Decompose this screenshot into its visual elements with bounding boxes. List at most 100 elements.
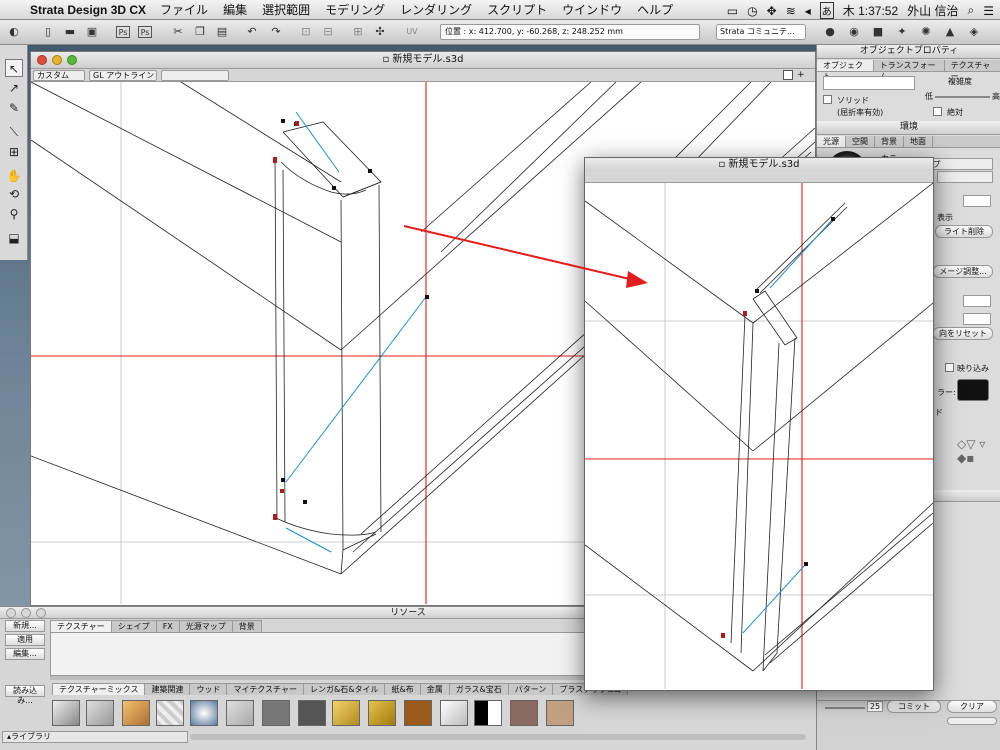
hand-tool-icon[interactable]: ✋ — [5, 167, 23, 185]
center-icon[interactable]: ✣ — [372, 24, 388, 40]
photoshop-icon[interactable]: Ps — [116, 26, 130, 38]
tab-fx[interactable]: FX — [155, 620, 180, 632]
menu-rendering[interactable]: レンダリング — [400, 1, 472, 18]
save-icon[interactable]: ▣ — [84, 24, 100, 40]
cube-icon[interactable]: ■ — [870, 24, 886, 40]
link-icon[interactable]: ⊞ — [350, 24, 366, 40]
volume-icon[interactable]: ◂ — [805, 4, 811, 18]
line-tool-icon[interactable]: ⟍ — [5, 123, 23, 141]
ime-indicator[interactable]: あ — [819, 2, 834, 19]
lib-tab-metal[interactable]: 金属 — [419, 683, 450, 695]
light-icon[interactable]: ✺ — [918, 24, 934, 40]
clock[interactable]: 木 1:37:52 — [843, 2, 898, 19]
app-menu[interactable]: Strata Design 3D CX — [30, 3, 146, 17]
cut-icon[interactable]: ✂ — [170, 24, 186, 40]
notifications-icon[interactable]: ☰ — [983, 4, 994, 18]
render-icon[interactable]: ▲ — [942, 24, 958, 40]
texture-swatch[interactable] — [510, 700, 538, 726]
edit-button[interactable]: 編集... — [5, 648, 45, 660]
texture-swatch[interactable] — [86, 700, 114, 726]
zoom-slider[interactable] — [947, 717, 997, 725]
menu-window[interactable]: ウインドウ — [562, 1, 622, 18]
lib-tab-glass-gem[interactable]: ガラス&宝石 — [448, 683, 509, 695]
library-select[interactable]: ▴ライブラリ — [2, 731, 188, 743]
light-shape-icons[interactable]: ◇▽ ▿ ◆▪ — [957, 437, 1000, 465]
lib-tab-texture-mix[interactable]: テクスチャーミックス — [52, 683, 146, 695]
delete-light-button[interactable]: ライト削除 — [935, 225, 993, 238]
texture-swatch[interactable] — [440, 700, 468, 726]
light-field-2[interactable] — [963, 295, 991, 307]
lib-tab-architecture[interactable]: 建築関連 — [144, 683, 191, 695]
library-scrollbar[interactable] — [190, 734, 806, 740]
lib-tab-brick-stone-tile[interactable]: レンガ&石&タイル — [302, 683, 386, 695]
menu-modeling[interactable]: モデリング — [325, 1, 385, 18]
display-icon[interactable]: ▭ — [727, 4, 738, 18]
menu-edit[interactable]: 編集 — [223, 1, 247, 18]
texture-swatch[interactable] — [546, 700, 574, 726]
tab-light-maps[interactable]: 光源マップ — [178, 620, 233, 632]
uv-icon[interactable]: UV — [404, 24, 420, 40]
texture-swatch[interactable] — [226, 700, 254, 726]
tab-ground[interactable]: 地面 — [904, 136, 933, 147]
texture-swatch[interactable] — [368, 700, 396, 726]
resource-close-icon[interactable] — [6, 608, 16, 618]
paste-icon[interactable]: ▤ — [214, 24, 230, 40]
light-field-3[interactable] — [963, 313, 991, 325]
user-name[interactable]: 外山 信治 — [907, 2, 958, 19]
open-folder-icon[interactable]: ▬ — [62, 24, 78, 40]
tab-object[interactable]: オブジェクト — [817, 60, 874, 81]
tab-backgrounds[interactable]: 背景 — [231, 620, 262, 632]
camera-slider[interactable] — [161, 70, 229, 81]
group-icon[interactable]: ⊡ — [298, 24, 314, 40]
texture-icon[interactable]: ◈ — [966, 24, 982, 40]
undo-icon[interactable]: ↶ — [244, 24, 260, 40]
reflection-checkbox[interactable] — [945, 363, 954, 372]
texture-swatch[interactable] — [52, 700, 80, 726]
image-adjust-button[interactable]: メージ調整... — [933, 265, 993, 278]
lib-tab-my-textures[interactable]: マイテクスチャー — [226, 683, 304, 695]
copy-icon[interactable]: ❐ — [192, 24, 208, 40]
lib-tab-paper-cloth[interactable]: 紙&布 — [384, 683, 421, 695]
reset-direction-button[interactable]: 向をリセット — [933, 327, 993, 340]
absolute-checkbox[interactable] — [933, 107, 942, 116]
object-name-field[interactable] — [823, 76, 915, 90]
bottom-slider[interactable] — [825, 707, 865, 709]
grid-tool-icon[interactable]: ⊞ — [5, 143, 23, 161]
menu-script[interactable]: スクリプト — [487, 1, 547, 18]
light-value-field[interactable] — [963, 195, 991, 207]
texture-swatch[interactable] — [262, 700, 290, 726]
new-file-icon[interactable]: ▯ — [40, 24, 56, 40]
view-grid-icon[interactable] — [783, 70, 793, 80]
render-mode-select[interactable]: GL アウトライン — [89, 70, 157, 81]
solid-checkbox[interactable] — [823, 95, 832, 104]
menu-help[interactable]: ヘルプ — [637, 1, 673, 18]
wifi-icon[interactable]: ≋ — [786, 4, 796, 18]
close-icon[interactable] — [37, 55, 47, 65]
time-machine-icon[interactable]: ◷ — [747, 4, 757, 18]
rotate-view-icon[interactable]: ⟲ — [5, 185, 23, 203]
resource-zoom-icon[interactable] — [36, 608, 46, 618]
redo-icon[interactable]: ↷ — [268, 24, 284, 40]
search-icon[interactable]: ⌕ — [968, 3, 975, 18]
value-field[interactable]: 25 — [867, 701, 883, 712]
texture-swatch[interactable] — [190, 700, 218, 726]
ambient-color-swatch[interactable] — [957, 379, 989, 401]
clear-button[interactable]: クリア — [947, 700, 997, 713]
texture-swatch[interactable] — [404, 700, 432, 726]
lib-tab-wood[interactable]: ウッド — [189, 683, 228, 695]
minimize-icon[interactable] — [52, 55, 62, 65]
zoom-tool-icon[interactable]: ⚲ — [5, 205, 23, 223]
direct-select-icon[interactable]: ↗ — [5, 79, 23, 97]
texture-swatch[interactable] — [332, 700, 360, 726]
ungroup-icon[interactable]: ⊟ — [320, 24, 336, 40]
select-tool-icon[interactable]: ↖ — [5, 59, 23, 77]
render-settings-icon[interactable]: ✦ — [894, 24, 910, 40]
apply-button[interactable]: 適用 — [5, 634, 45, 646]
tab-texture[interactable]: テクスチャー — [945, 60, 1000, 81]
zoom-icon[interactable] — [67, 55, 77, 65]
view-select[interactable]: カスタム — [33, 70, 85, 81]
menu-file[interactable]: ファイル — [160, 1, 208, 18]
light-select-2[interactable] — [937, 171, 993, 183]
tab-light[interactable]: 光源 — [817, 136, 846, 147]
tab-transform[interactable]: トランスフォーム — [874, 60, 945, 81]
